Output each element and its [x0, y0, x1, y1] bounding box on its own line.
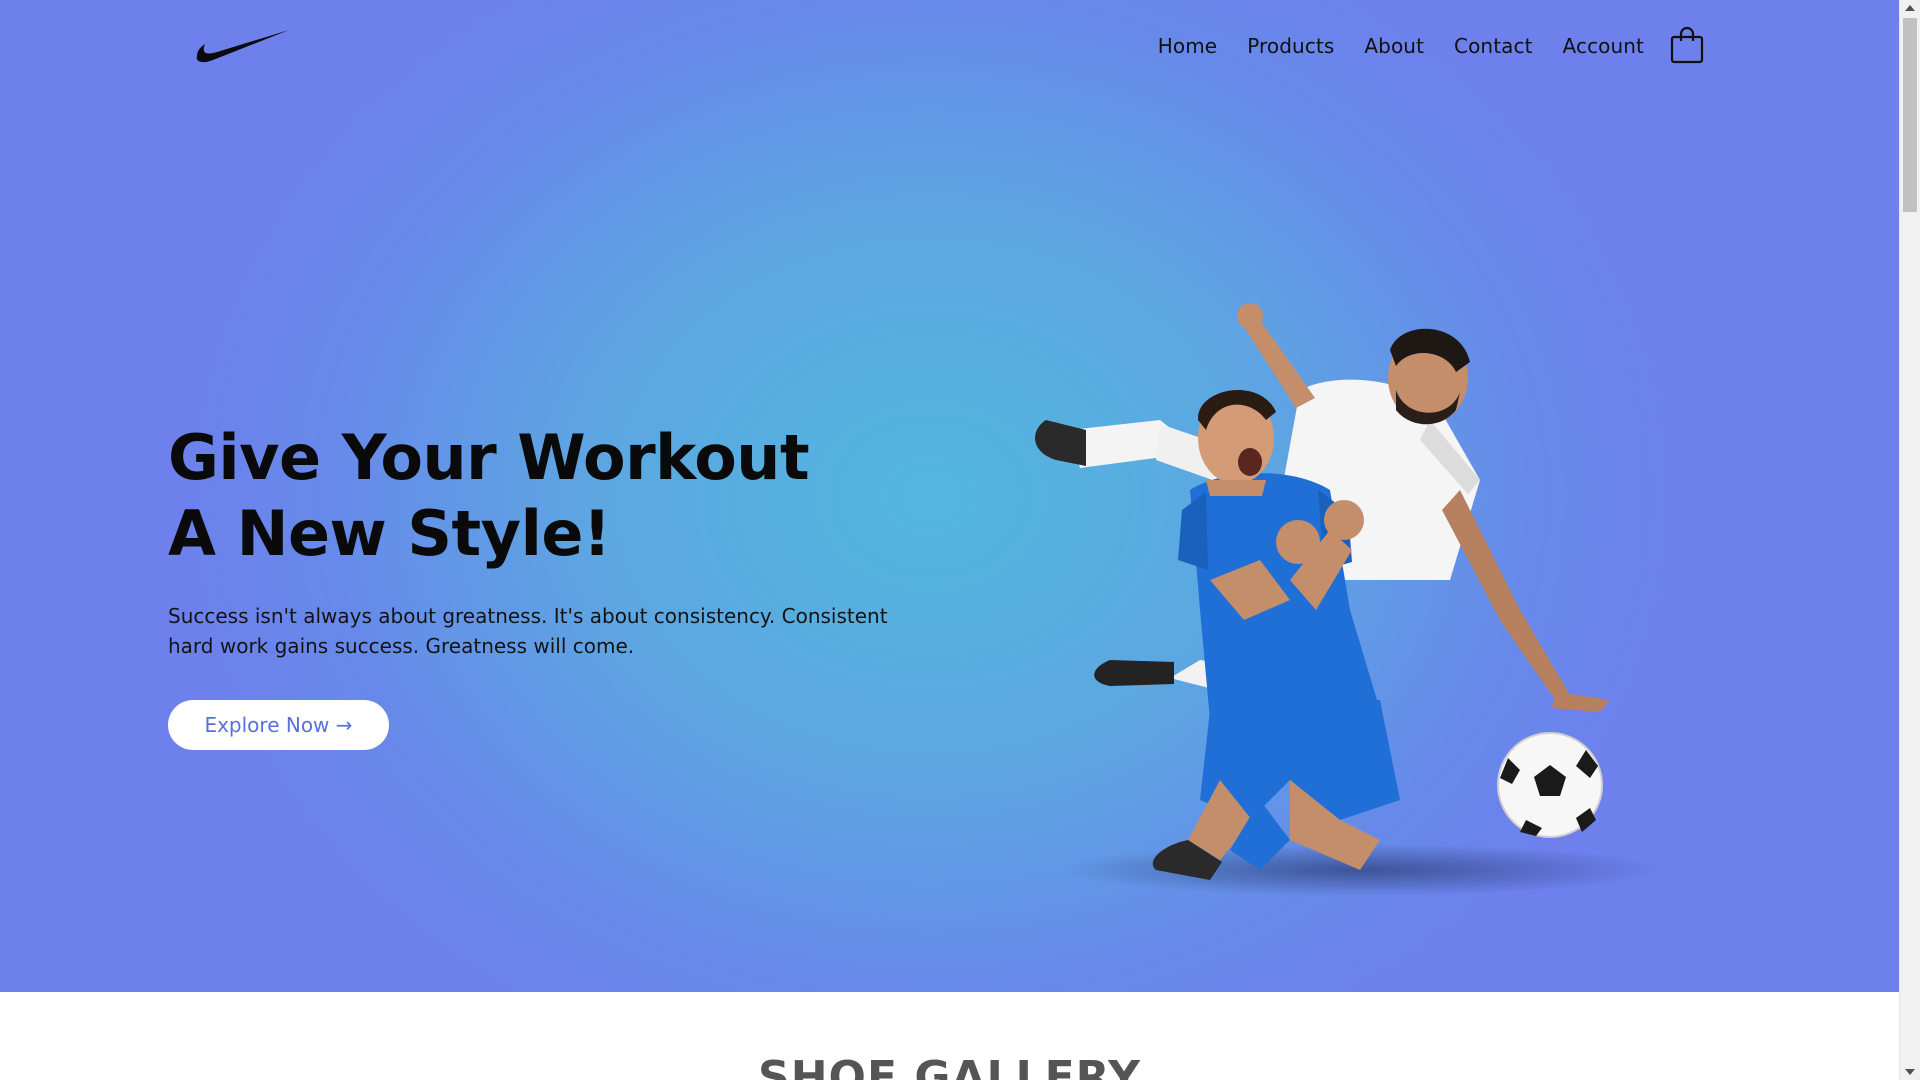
hero-description: Success isn't always about greatness. It… — [168, 604, 888, 658]
nav-contact[interactable]: Contact — [1454, 34, 1533, 58]
shopping-bag-icon[interactable] — [1670, 26, 1704, 64]
page: Home Products About Contact Account Give… — [0, 0, 1920, 1080]
scroll-down-arrow-icon[interactable] — [1900, 1063, 1920, 1080]
hero-headline: Give Your Workout A New Style! — [168, 420, 810, 572]
hero-headline-line-2: A New Style! — [168, 497, 611, 570]
swoosh-logo[interactable] — [195, 26, 291, 64]
hero-section: Home Products About Contact Account Give… — [0, 0, 1899, 992]
nav-products[interactable]: Products — [1247, 34, 1334, 58]
scrollbar-thumb[interactable] — [1903, 18, 1917, 212]
soccer-ball-icon — [1497, 732, 1603, 838]
soccer-players-illustration — [1035, 303, 1660, 896]
explore-now-button[interactable]: Explore Now → — [168, 700, 389, 750]
main-nav: Home Products About Contact Account — [1128, 34, 1644, 58]
page-scrollbar[interactable] — [1899, 0, 1920, 1080]
scroll-up-arrow-icon[interactable] — [1900, 0, 1920, 17]
nav-about[interactable]: About — [1364, 34, 1424, 58]
nav-home[interactable]: Home — [1158, 34, 1217, 58]
shoe-gallery-title: SHOE GALLERY — [758, 1052, 1141, 1080]
hero-headline-line-1: Give Your Workout — [168, 421, 810, 494]
nav-account[interactable]: Account — [1563, 34, 1644, 58]
